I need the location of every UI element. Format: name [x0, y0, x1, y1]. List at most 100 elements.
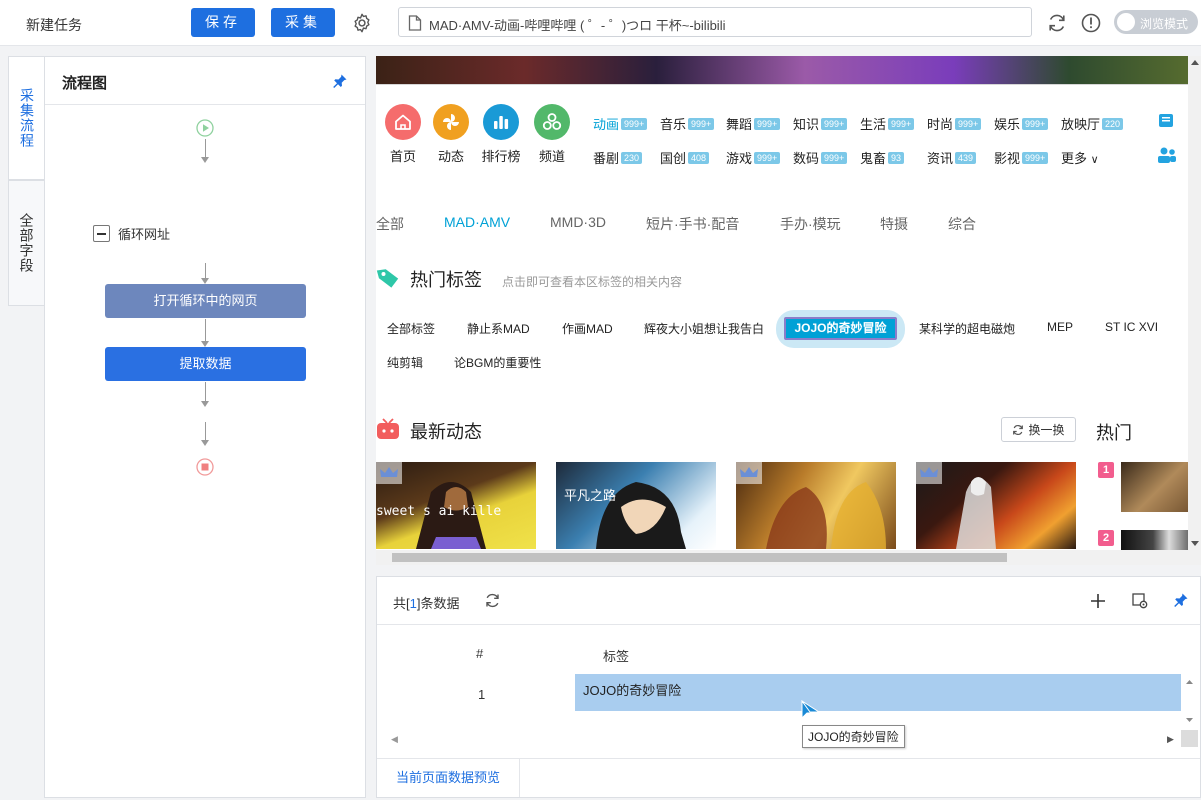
- scroll-right-arrow[interactable]: ▶: [1167, 734, 1174, 745]
- loop-node[interactable]: 循环网址: [93, 224, 170, 243]
- video-thumbnail[interactable]: 平凡之路: [556, 462, 716, 549]
- collect-button[interactable]: 采集: [271, 8, 335, 37]
- category-game[interactable]: 游戏 999+: [726, 148, 781, 167]
- flow-header: 流程图: [45, 57, 365, 105]
- thumbnail-art: [956, 477, 996, 549]
- subtab-all[interactable]: 全部: [376, 214, 404, 234]
- tag-selected-label[interactable]: JOJO的奇妙冒险: [784, 317, 897, 340]
- category-bangumi[interactable]: 番剧 230: [593, 148, 643, 167]
- pin-icon[interactable]: [1173, 592, 1189, 608]
- info-icon[interactable]: [1080, 12, 1102, 34]
- end-icon[interactable]: [196, 458, 214, 476]
- video-thumbnail[interactable]: [736, 462, 896, 549]
- category-more[interactable]: 更多 ∨: [1061, 148, 1099, 167]
- horizontal-scrollbar[interactable]: [376, 550, 1201, 565]
- tag-item[interactable]: ST IC XVI: [1105, 320, 1158, 334]
- channel-icon: [542, 113, 562, 130]
- hot-tags-subtitle: 点击即可查看本区标签的相关内容: [502, 275, 683, 289]
- node-open-loop-page[interactable]: 打开循环中的网页: [105, 284, 306, 318]
- column-icon[interactable]: [1158, 113, 1174, 129]
- tag-item[interactable]: 全部标签: [387, 320, 435, 337]
- category-cinema[interactable]: 放映厅 220: [1061, 114, 1124, 133]
- page-banner: [376, 56, 1201, 84]
- channel-home[interactable]: 首页: [380, 104, 426, 165]
- subtab-mad-amv[interactable]: MAD·AMV: [444, 214, 510, 230]
- tag-item[interactable]: 纯剪辑: [387, 354, 423, 371]
- channel-label: 首页: [389, 149, 416, 164]
- subtab-mmd-3d[interactable]: MMD·3D: [550, 214, 606, 230]
- category-fashion[interactable]: 时尚 999+: [927, 114, 982, 133]
- category-life[interactable]: 生活 999+: [860, 114, 915, 133]
- chevron-down-icon: ∨: [1090, 154, 1099, 166]
- tab-collect-flow[interactable]: 采集流程: [8, 56, 45, 180]
- thumbnail-art: sweet s ai kille: [376, 482, 501, 549]
- connector: [205, 319, 206, 341]
- channel-ranking[interactable]: 排行榜: [478, 104, 524, 165]
- connector: [205, 382, 206, 401]
- bar-chart-icon: [494, 116, 509, 129]
- connector-arrow: [201, 401, 209, 407]
- table-settings-icon[interactable]: [1131, 592, 1149, 610]
- refresh-icon[interactable]: [1046, 12, 1068, 34]
- tag-item[interactable]: 辉夜大小姐想让我告白: [644, 320, 764, 337]
- scroll-left-arrow[interactable]: ◀: [391, 734, 398, 745]
- url-bar[interactable]: MAD·AMV-动画-哔哩哔哩 ( ゜- ゜)つロ 干杯~-bilibili: [398, 7, 1032, 37]
- refresh-data-icon[interactable]: [484, 592, 501, 609]
- channel-channels[interactable]: 频道: [529, 104, 575, 165]
- refresh-icon: [1013, 424, 1024, 435]
- rank-badge: 2: [1098, 530, 1114, 546]
- scrollbar-thumb[interactable]: [392, 553, 1007, 562]
- category-kichiku[interactable]: 鬼畜 93: [860, 148, 905, 167]
- add-icon[interactable]: [1089, 592, 1107, 610]
- flow-title: 流程图: [62, 75, 108, 92]
- video-thumbnail[interactable]: sweet s ai kille: [376, 462, 536, 549]
- tab-all-fields[interactable]: 全部字段: [8, 180, 45, 306]
- category-digital[interactable]: 数码 999+: [793, 148, 848, 167]
- start-icon[interactable]: [196, 119, 214, 137]
- category-news[interactable]: 资讯 439: [927, 148, 977, 167]
- side-tabs: 采集流程 全部字段: [8, 56, 45, 306]
- tag-item[interactable]: MEP: [1047, 320, 1073, 334]
- connector-arrow: [201, 440, 209, 446]
- tag-item-selected[interactable]: JOJO的奇妙冒险: [776, 310, 905, 348]
- top-toolbar: 新建任务 保存 采集 MAD·AMV-动画-哔哩哔哩 ( ゜- ゜)つロ 干杯~…: [0, 0, 1201, 46]
- subtab-tokusatsu[interactable]: 特摄: [880, 214, 908, 234]
- table-vertical-scrollbar[interactable]: [1181, 674, 1198, 728]
- vertical-scrollbar[interactable]: [1188, 56, 1201, 550]
- subtab-figure[interactable]: 手办·模玩: [780, 214, 841, 234]
- tag-item[interactable]: 某科学的超电磁炮: [919, 320, 1015, 337]
- video-thumbnail[interactable]: [916, 462, 1076, 549]
- column-header-tag[interactable]: 标签: [603, 646, 629, 665]
- pin-icon[interactable]: [332, 73, 348, 89]
- category-dance[interactable]: 舞蹈 999+: [726, 114, 781, 133]
- category-music[interactable]: 音乐 999+: [660, 114, 715, 133]
- category-knowledge[interactable]: 知识 999+: [793, 114, 848, 133]
- home-icon: [395, 114, 411, 130]
- table-cell-selected[interactable]: JOJO的奇妙冒险: [575, 674, 1181, 711]
- task-title: 新建任务: [26, 17, 82, 33]
- subtab-short-film[interactable]: 短片·手书·配音: [646, 214, 739, 234]
- subtab-general[interactable]: 综合: [948, 214, 976, 234]
- save-button[interactable]: 保存: [191, 8, 255, 37]
- data-count: 共[1]条数据: [393, 596, 460, 611]
- tab-data-preview[interactable]: 当前页面数据预览: [377, 758, 520, 797]
- category-guochuang[interactable]: 国创 408: [660, 148, 710, 167]
- tag-item[interactable]: 论BGM的重要性: [454, 354, 541, 371]
- pinwheel-icon: [443, 114, 459, 130]
- url-text: MAD·AMV-动画-哔哩哔哩 ( ゜- ゜)つロ 干杯~-bilibili: [429, 18, 726, 33]
- category-film[interactable]: 影视 999+: [994, 148, 1049, 167]
- channel-dynamic[interactable]: 动态: [428, 104, 474, 165]
- collapse-icon[interactable]: [93, 225, 110, 242]
- browse-mode-toggle[interactable]: 浏览模式: [1114, 10, 1198, 34]
- embedded-browser[interactable]: 首页 动态 排行榜 频道 动画 999+ 音乐 999+ 舞蹈 999+ 知识 999+…: [376, 56, 1201, 565]
- divider: [377, 624, 1200, 625]
- category-anime[interactable]: 动画 999+: [593, 114, 648, 133]
- gear-icon[interactable]: [351, 12, 373, 34]
- tag-item[interactable]: 作画MAD: [562, 320, 613, 337]
- users-icon[interactable]: [1157, 146, 1177, 164]
- node-extract-data[interactable]: 提取数据: [105, 347, 306, 381]
- mouse-cursor-icon: [801, 700, 821, 720]
- tag-item[interactable]: 静止系MAD: [467, 320, 530, 337]
- category-entertainment[interactable]: 娱乐 999+: [994, 114, 1049, 133]
- refresh-list-button[interactable]: 换一换: [1001, 417, 1076, 442]
